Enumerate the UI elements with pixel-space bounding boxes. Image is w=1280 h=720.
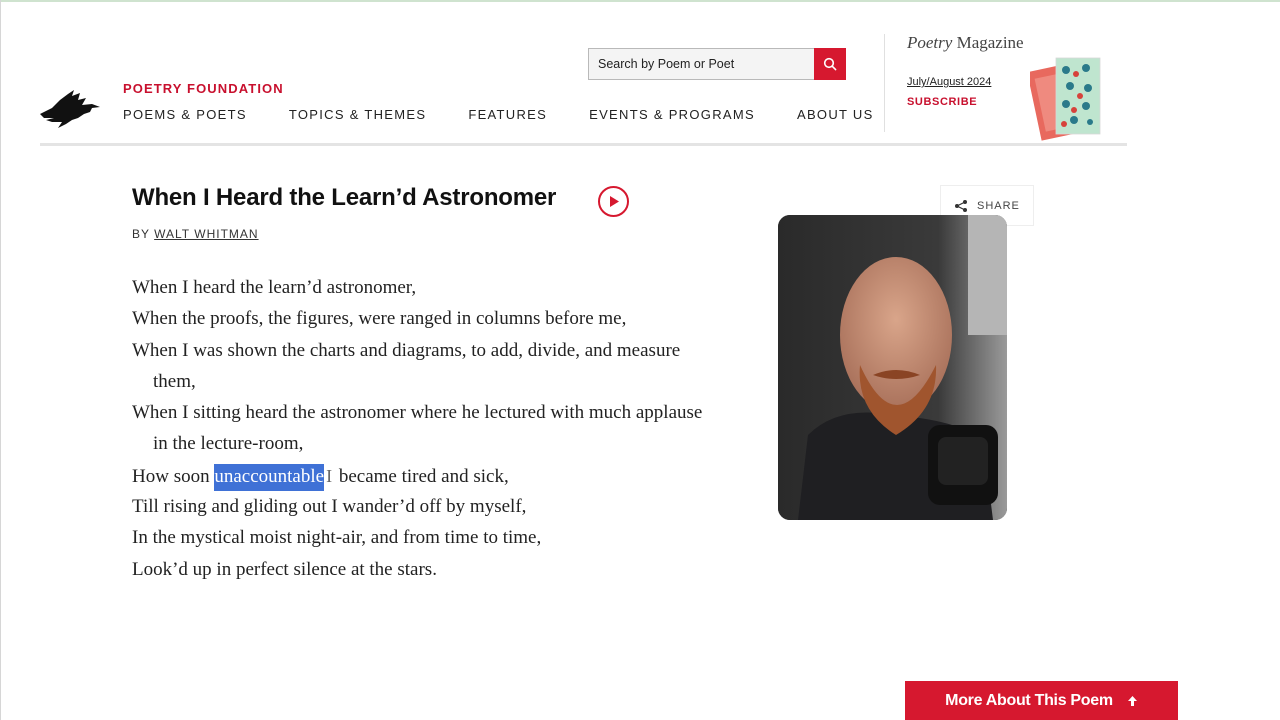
arrow-up-icon	[1127, 695, 1137, 706]
poem-line: When I sitting heard the astronomer wher…	[132, 402, 703, 424]
magazine-title-rest: Magazine	[952, 33, 1024, 52]
more-about-poem-button[interactable]: More About This Poem	[905, 681, 1178, 720]
share-icon	[955, 199, 967, 212]
poem-body: When I heard the learn’d astronomer, Whe…	[132, 275, 772, 588]
poem-line-end: became tired and sick,	[334, 465, 509, 487]
poetry-foundation-bird-logo-icon[interactable]	[38, 88, 102, 130]
more-about-poem-label: More About This Poem	[945, 691, 1113, 709]
play-icon	[609, 196, 619, 207]
brand-name[interactable]: POETRY FOUNDATION	[123, 81, 284, 96]
poem-line: When I was shown the charts and diagrams…	[132, 339, 681, 361]
byline-prefix: BY	[132, 227, 155, 241]
poem-line-start: How soon	[132, 465, 215, 487]
poem-line: When I heard the learn’d astronomer,	[132, 277, 417, 298]
poem-line-continuation: in the lecture-room,	[153, 433, 304, 455]
poem-title: When I Heard the Learn’d Astronomer	[132, 184, 557, 211]
author-link[interactable]: WALT WHITMAN	[154, 227, 258, 241]
top-border	[0, 0, 1280, 2]
magazine-title[interactable]: Poetry Magazine	[907, 33, 1024, 53]
left-border	[0, 0, 1, 720]
poem-byline: BY WALT WHITMAN	[132, 227, 259, 241]
poem-line: When the proofs, the figures, were range…	[132, 308, 627, 330]
poem-line: In the mystical moist night-air, and fro…	[132, 527, 542, 549]
header-divider	[884, 34, 885, 132]
subscribe-link[interactable]: SUBSCRIBE	[907, 96, 977, 108]
poem-line-continuation: them,	[153, 370, 196, 392]
nav-features[interactable]: FEATURES	[468, 107, 547, 122]
nav-topics-themes[interactable]: TOPICS & THEMES	[289, 107, 427, 122]
magazine-cover-image[interactable]	[1030, 52, 1110, 142]
nav-events-programs[interactable]: EVENTS & PROGRAMS	[589, 107, 755, 122]
presenter-webcam-image	[778, 215, 1007, 520]
webcam-video-overlay	[778, 215, 1007, 520]
magazine-issue-link[interactable]: July/August 2024	[907, 76, 991, 88]
poem-line: Till rising and gliding out I wander’d o…	[132, 496, 527, 518]
text-cursor-icon: I	[326, 465, 333, 486]
play-audio-button[interactable]	[598, 186, 629, 217]
search-button[interactable]	[814, 48, 846, 80]
poem-line: How soon unaccountable I became tired and…	[132, 463, 772, 494]
share-label: SHARE	[977, 199, 1020, 212]
search-bar	[588, 48, 846, 80]
search-icon	[823, 57, 837, 71]
selected-word-highlight[interactable]: unaccountable	[214, 463, 325, 491]
nav-about-us[interactable]: ABOUT US	[797, 107, 874, 122]
magazine-title-italic: Poetry	[907, 33, 953, 52]
poem-line: Look’d up in perfect silence at the star…	[132, 558, 437, 580]
nav-poems-poets[interactable]: POEMS & POETS	[123, 107, 247, 122]
main-nav: POEMS & POETS TOPICS & THEMES FEATURES E…	[123, 107, 916, 122]
search-input[interactable]	[588, 48, 814, 80]
header-bottom-rule	[40, 143, 1127, 146]
